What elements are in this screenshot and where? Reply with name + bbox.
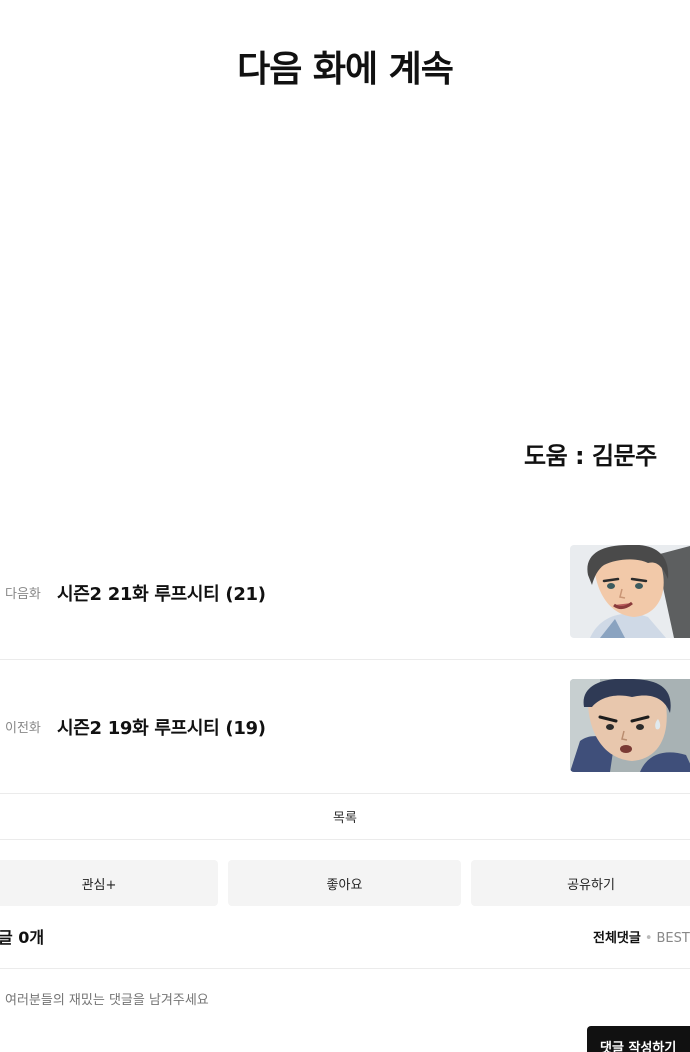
episode-viewer-page: 다음 화에 계속 도움 : 김문주 다음화 시즌2 21화 루프시티 (21) bbox=[0, 0, 690, 1052]
list-button[interactable]: 목록 bbox=[0, 793, 690, 840]
comments-divider bbox=[0, 968, 690, 969]
panel-caption-to-be-continued: 다음 화에 계속 bbox=[237, 49, 454, 90]
prev-episode-title: 시즌2 19화 루프시티 (19) bbox=[57, 718, 266, 739]
next-episode-link[interactable]: 다음화 시즌2 21화 루프시티 (21) bbox=[0, 525, 690, 660]
filter-separator-dot: • bbox=[644, 931, 653, 946]
comment-count: 글 0개 bbox=[0, 928, 45, 947]
character-thumbnail-smiling-man-icon bbox=[570, 545, 690, 638]
next-episode-tag: 다음화 bbox=[5, 587, 41, 602]
character-thumbnail-worried-man-icon bbox=[570, 679, 690, 772]
subscribe-button[interactable]: 관심+ bbox=[0, 860, 218, 906]
filter-all-comments-tab[interactable]: 전체댓글 bbox=[593, 931, 641, 946]
panel-caption-credit: 도움 : 김문주 bbox=[524, 442, 657, 470]
comment-filter: 전체댓글• BEST댓 bbox=[593, 927, 690, 946]
submit-comment-button[interactable]: 댓글 작성하기 bbox=[587, 1026, 690, 1052]
prev-episode-link[interactable]: 이전화 시즌2 19화 루프시티 (19) bbox=[0, 659, 690, 794]
comment-input[interactable] bbox=[5, 993, 565, 1008]
share-button[interactable]: 공유하기 bbox=[471, 860, 690, 906]
prev-episode-tag: 이전화 bbox=[5, 721, 41, 736]
like-button[interactable]: 좋아요 bbox=[228, 860, 461, 906]
filter-best-comments-tab[interactable]: BEST댓 bbox=[657, 931, 690, 946]
next-episode-title: 시즌2 21화 루프시티 (21) bbox=[57, 584, 266, 605]
